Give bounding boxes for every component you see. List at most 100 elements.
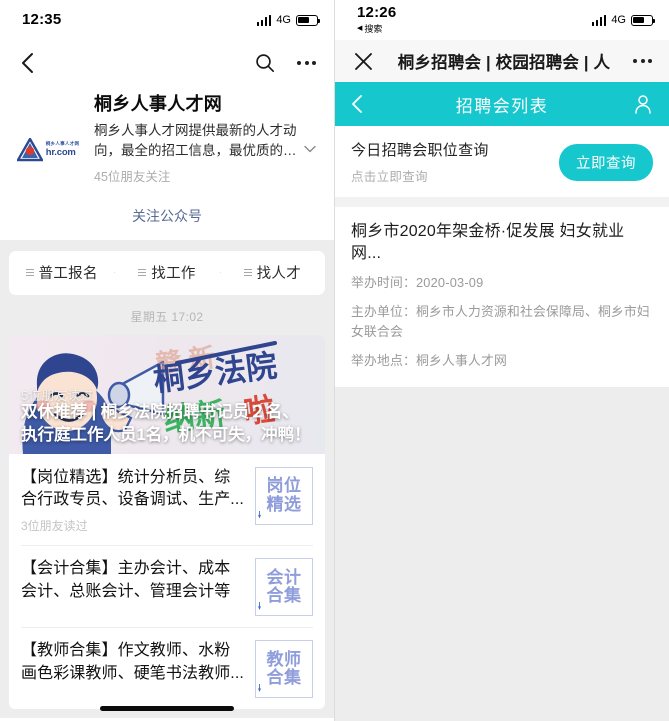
account-profile: 桐乡人事人才网 hr.com 桐乡人事人才网 桐乡人事人才网提供最新的人才动向，… (0, 85, 334, 197)
left-status-bar: 12:35 4G (0, 0, 334, 40)
chevron-left-icon (21, 52, 33, 73)
return-app-label: 搜索 (364, 23, 383, 34)
article-thumbnail[interactable]: 会计 合集 (255, 557, 313, 616)
status-right-group: 4G (591, 14, 656, 26)
page-title: 桐乡招聘会 | 校园招聘会 | 人 (397, 54, 611, 72)
quick-menu-label: 找人才 (256, 266, 302, 283)
event-place-label: 举办地点： (351, 352, 416, 368)
article-text-group: 【岗位精选】统计分析员、综合行政专员、设备调试、生产... 3位朋友读过 (21, 467, 245, 534)
user-profile-icon (635, 95, 651, 114)
navbar-actions (255, 53, 316, 73)
status-time: 12:26 (357, 4, 397, 22)
account-description-row: 桐乡人事人才网提供最新的人才动向，最全的招工信息，最优质的职业培... (94, 121, 316, 160)
event-title: 桐乡市2020年架金桥·促发展 妇女就业网... (351, 223, 625, 262)
menu-hamburger-icon (25, 268, 34, 277)
thumbnail-text-line1: 会计 (266, 567, 302, 587)
thumbnail-text-line2: 合集 (266, 585, 302, 605)
event-time-label: 举办时间： (351, 275, 416, 291)
battery-icon (296, 14, 321, 26)
article-title: 【岗位精选】统计分析员、综合行政专员、设备调试、生产... (21, 468, 244, 509)
signal-bars-icon (591, 14, 607, 26)
status-time: 12:35 (22, 11, 62, 29)
article-list-item[interactable]: 【教师合集】作文教师、水粉画色彩课教师、硬笔书法教师... 教师 合集 (9, 626, 325, 709)
left-navbar (0, 40, 334, 85)
back-triangle-icon: ◀ (357, 24, 363, 32)
network-type-label: 4G (276, 14, 291, 26)
quick-menu-section: 普工报名 找工作 找人才 (0, 239, 334, 295)
event-organizer-row: 主办单位：桐乡市人力资源和社会保障局、桐乡市妇女联合会 (351, 302, 653, 342)
search-icon (256, 53, 275, 72)
menu-hamburger-icon (138, 268, 147, 277)
query-now-button[interactable]: 立即查询 (559, 143, 653, 181)
battery-icon (631, 14, 656, 26)
signal-bars-icon (256, 14, 272, 26)
event-organizer-label: 主办单位： (351, 304, 416, 320)
article-text-group: 【会计合集】主办会计、成本会计、总账会计、管理会计等 (21, 558, 245, 616)
app-back-button[interactable] (351, 94, 377, 114)
article-card-wrapper: 赣 新 桐乡法院 纳新 啦 5位朋友读过 双休推荐 | 桐乡法院招聘书记员２名、… (0, 334, 334, 718)
miniprogram-navbar: 桐乡招聘会 | 校园招聘会 | 人 (335, 40, 669, 82)
search-button[interactable] (255, 53, 275, 73)
more-button[interactable] (297, 60, 316, 65)
account-avatar[interactable]: 桐乡人事人才网 hr.com (12, 91, 84, 185)
thumbnail-text-line1: 岗位 (266, 476, 302, 496)
right-content-body: 今日招聘会职位查询 点击立即查询 立即查询 桐乡市2020年架金桥·促发展 妇女… (335, 126, 669, 721)
article-banner[interactable]: 赣 新 桐乡法院 纳新 啦 5位朋友读过 双休推荐 | 桐乡法院招聘书记员２名、… (9, 334, 325, 454)
account-info: 桐乡人事人才网 桐乡人事人才网提供最新的人才动向，最全的招工信息，最优质的职业培… (94, 91, 316, 185)
article-card: 赣 新 桐乡法院 纳新 啦 5位朋友读过 双休推荐 | 桐乡法院招聘书记员２名、… (9, 334, 325, 709)
chevron-down-icon (304, 145, 316, 152)
thumbnail-text-line2: 精选 (266, 494, 302, 514)
article-list-item[interactable]: 【会计合集】主办会计、成本会计、总账会计、管理会计等 会计 合集 (9, 544, 325, 627)
followers-count: 45位朋友关注 (94, 169, 171, 184)
empty-scroll-area (335, 386, 669, 721)
event-time-value: 2020-03-09 (415, 275, 484, 291)
left-phone-screen: 12:35 4G 桐乡人事人才网 hr.com 桐乡人事人才网 桐乡人事人才网提… (0, 0, 335, 721)
article-list-item[interactable]: 【岗位精选】统计分析员、综合行政专员、设备调试、生产... 3位朋友读过 岗位 … (9, 454, 325, 545)
quick-menu-label: 找工作 (151, 266, 196, 283)
close-x-icon (354, 52, 372, 70)
expand-description-button[interactable] (304, 140, 316, 161)
query-subtitle: 点击立即查询 (351, 170, 428, 184)
logo-wrap: 桐乡人事人才网 hr.com (15, 136, 80, 162)
home-indicator[interactable] (100, 706, 234, 711)
article-read-count: 3位朋友读过 (21, 518, 88, 533)
section-divider (335, 197, 669, 207)
back-button[interactable] (14, 50, 40, 76)
status-left-group: 12:26 ◀ 搜索 (357, 5, 396, 35)
user-profile-button[interactable] (627, 94, 653, 114)
more-dots-icon (297, 60, 301, 65)
app-header-title: 招聘会列表 (455, 96, 549, 116)
right-phone-screen: 12:26 ◀ 搜索 4G 桐乡招聘会 | 校园招聘会 | 人 招聘会列表 今日… (335, 0, 669, 721)
quick-menu-bar: 普工报名 找工作 找人才 (9, 250, 325, 295)
account-description: 桐乡人事人才网提供最新的人才动向，最全的招工信息，最优质的职业培... (94, 123, 297, 158)
thumbnail-text-line2: 合集 (266, 667, 302, 687)
network-type-label: 4G (611, 14, 626, 26)
article-thumbnail[interactable]: 教师 合集 (255, 639, 313, 698)
more-button[interactable] (633, 59, 652, 63)
status-left-group: 12:35 (22, 12, 61, 28)
logo-text: 桐乡人事人才网 hr.com (46, 142, 80, 157)
app-header: 招聘会列表 (335, 82, 669, 126)
article-title: 【会计合集】主办会计、成本会计、总账会计、管理会计等 (21, 559, 231, 600)
event-time-row: 举办时间：2020-03-09 (351, 273, 653, 293)
close-button[interactable] (351, 49, 375, 73)
menu-hamburger-icon (243, 268, 252, 277)
event-place-row: 举办地点：桐乡人事人才网 (351, 351, 653, 371)
follow-account-link[interactable]: 关注公众号 (0, 196, 334, 240)
quick-menu-item-0[interactable]: 普工报名 (9, 262, 114, 283)
event-card[interactable]: 桐乡市2020年架金桥·促发展 妇女就业网... 举办时间：2020-03-09… (335, 207, 669, 387)
return-to-app-button[interactable]: ◀ 搜索 (357, 22, 396, 35)
query-text-group: 今日招聘会职位查询 点击立即查询 (351, 139, 489, 185)
logo-domain: hr.com (45, 146, 76, 158)
today-job-query-card: 今日招聘会职位查询 点击立即查询 立即查询 (335, 126, 669, 197)
more-dots-icon (633, 59, 637, 63)
article-thumbnail[interactable]: 岗位 精选 (255, 466, 313, 525)
quick-menu-item-2[interactable]: 找人才 (219, 262, 325, 283)
quick-menu-item-1[interactable]: 找工作 (114, 262, 219, 283)
quick-menu-label: 普工报名 (38, 266, 98, 283)
hr-triangle-logo-icon (15, 136, 44, 162)
dual-screenshot-container: 12:35 4G 桐乡人事人才网 hr.com 桐乡人事人才网 桐乡人事人才网提… (0, 0, 669, 721)
article-text-group: 【教师合集】作文教师、水粉画色彩课教师、硬笔书法教师... (21, 640, 245, 698)
thumbnail-text-line1: 教师 (266, 649, 302, 669)
message-timestamp: 星期五 17:02 (0, 294, 334, 335)
